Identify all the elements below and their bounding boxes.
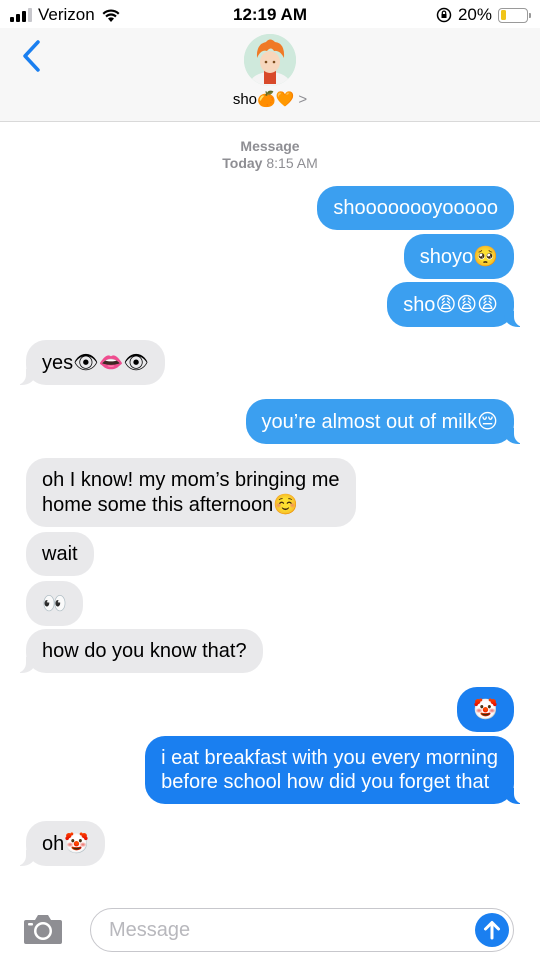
contact-name-row[interactable]: sho🍊🧡 >: [0, 90, 540, 108]
message-input-placeholder: Message: [109, 919, 191, 941]
contact-avatar[interactable]: [244, 34, 296, 86]
battery-fill: [500, 10, 506, 20]
avatar-portrait: [244, 34, 296, 86]
message-bubble-received[interactable]: wait: [26, 532, 94, 576]
battery-percent: 20%: [457, 5, 492, 24]
contact-name: sho: [232, 91, 258, 108]
chevron-right-icon: >: [298, 91, 308, 108]
camera-icon[interactable]: [22, 912, 64, 946]
contact-emoji: 🍊🧡: [257, 91, 295, 108]
message-text: how do you know that?: [42, 640, 247, 662]
message-input[interactable]: Message: [90, 908, 514, 952]
message-text-line: i eat breakfast with you every morning: [161, 747, 498, 769]
message-text-line: home some this afternoon: [42, 494, 274, 516]
message-emoji: 🤡: [473, 697, 498, 721]
message-bubble-sent[interactable]: shoyo🥺: [403, 234, 514, 279]
thread-label: Message: [240, 138, 300, 154]
battery-icon: [498, 7, 531, 23]
send-arrow-icon: [484, 921, 500, 940]
conversation-header: sho🍊🧡 >: [0, 28, 540, 122]
message-text-line: oh I know! my mom’s bringing me: [42, 469, 340, 491]
message-bubble-received[interactable]: how do you know that?: [14, 629, 263, 673]
message-bubble-sent[interactable]: i eat breakfast with you every morning b…: [145, 736, 526, 804]
message-bubble-sent[interactable]: 🤡: [457, 687, 514, 732]
message-text: oh: [42, 833, 65, 855]
message-text: wait: [42, 543, 78, 565]
message-bubble-received[interactable]: 👀: [26, 581, 83, 626]
thread-time: 8:15 AM: [266, 155, 318, 171]
message-text: sho: [403, 294, 436, 316]
message-emoji: 😔: [477, 409, 498, 433]
message-bubble-received[interactable]: oh I know! my mom’s bringing me home som…: [26, 458, 356, 527]
message-emoji: 👀: [42, 591, 67, 615]
message-emoji: 🤡: [64, 831, 90, 855]
message-text: shoyo: [419, 246, 474, 268]
message-bubble-sent[interactable]: sho😩😩😩: [387, 282, 526, 327]
message-text: shoooooooyooooo: [333, 197, 498, 219]
message-emoji: 🥺: [473, 244, 498, 268]
orientation-lock-icon: [436, 7, 452, 23]
message-text: you’re almost out of milk: [261, 411, 478, 433]
message-emoji: 👁👄👁: [73, 350, 149, 374]
thread-timestamp: Today 8:15 AM: [0, 155, 540, 171]
message-text: yes: [42, 352, 74, 374]
message-bubble-received[interactable]: yes👁👄👁: [14, 340, 165, 385]
battery-area: 20%: [436, 5, 531, 25]
message-text-line: before school how did you forget that: [161, 771, 490, 793]
thread-date: Today: [222, 155, 263, 171]
message-emoji: ☺️: [273, 492, 299, 516]
message-bubble-sent[interactable]: shoooooooyooooo: [317, 186, 514, 230]
message-bubble-received[interactable]: oh🤡: [13, 821, 106, 866]
message-bubble-sent[interactable]: you’re almost out of milk😔: [245, 399, 526, 444]
send-button[interactable]: [475, 913, 509, 947]
message-emoji: 😩😩😩: [435, 292, 498, 316]
back-chevron-icon[interactable]: [18, 38, 48, 74]
